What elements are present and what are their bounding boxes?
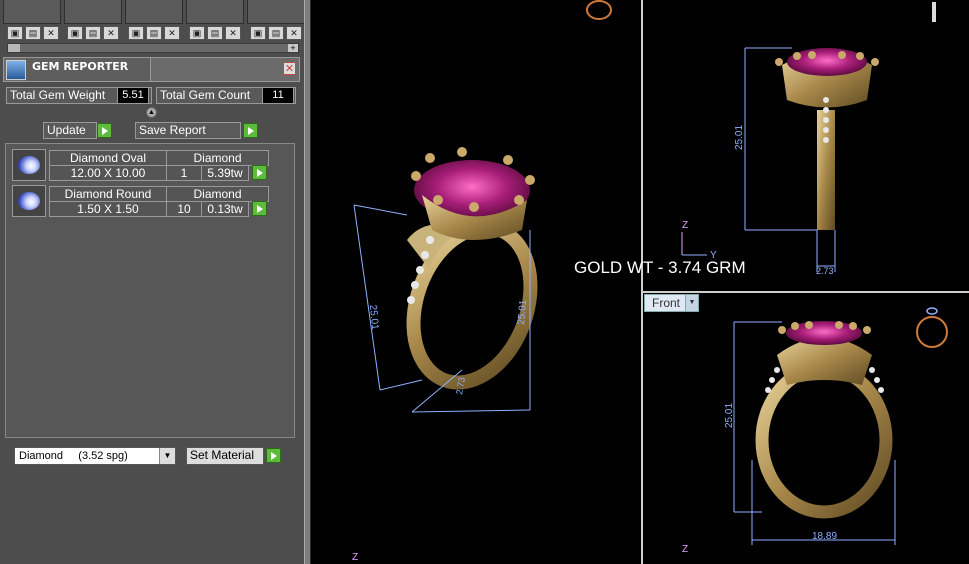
- gem-count: 1: [166, 165, 202, 181]
- save-icon[interactable]: ▤: [25, 26, 41, 40]
- gem-name: Diamond Round: [49, 186, 167, 202]
- gem-size: 1.50 X 1.50: [49, 201, 167, 217]
- lock-icon[interactable]: ▣: [67, 26, 83, 40]
- ring-front-view: [755, 321, 893, 519]
- thumbnail-4[interactable]: [186, 0, 244, 24]
- thumbnail-scrollbar[interactable]: +: [7, 43, 299, 53]
- front-orientation-icon[interactable]: [916, 307, 948, 348]
- play-icon[interactable]: [243, 123, 258, 138]
- close-icon[interactable]: ✕: [103, 26, 119, 40]
- dimension-label: 18.89: [812, 531, 837, 542]
- close-icon[interactable]: ✕: [286, 26, 302, 40]
- viewport-area[interactable]: 25.01 25.01 2.73 Z 25.01 2.73 Z Y 25.01 …: [312, 0, 969, 564]
- gem-weight: 5.39tw: [201, 165, 249, 181]
- thumbnail-5[interactable]: [247, 0, 305, 24]
- round-gem-icon: [12, 185, 46, 217]
- lock-icon[interactable]: ▣: [7, 26, 23, 40]
- panel-title-bar: GEM REPORTER ✕: [3, 57, 300, 82]
- gem-weight: 0.13tw: [201, 201, 249, 217]
- view-selector-label: Front: [652, 296, 681, 310]
- material-selected-value: Diamond (3.52 spg): [19, 450, 128, 462]
- ring-side-view: [775, 48, 879, 230]
- dimension-label: 2.73: [816, 266, 834, 276]
- lock-icon[interactable]: ▣: [189, 26, 205, 40]
- oval-gem-icon: [12, 149, 46, 181]
- axis-z-label: Z: [682, 220, 688, 231]
- viewport-thumbnails: ▣ ▤ ✕ ▣ ▤ ✕ ▣ ▤ ✕ ▣ ▤ ✕ ▣ ▤ ✕: [3, 0, 305, 42]
- chevron-down-icon[interactable]: ▼: [159, 448, 175, 464]
- axis-gizmo: [681, 232, 707, 256]
- material-select[interactable]: Diamond (3.52 spg) ▼: [14, 447, 176, 465]
- play-icon[interactable]: [252, 165, 267, 180]
- dimension-label: 25.01: [724, 403, 735, 428]
- total-count-value: 11: [262, 87, 294, 104]
- close-icon[interactable]: ✕: [164, 26, 180, 40]
- collapse-icon[interactable]: ▲: [146, 107, 157, 118]
- dimension-label: 2.73: [454, 376, 467, 395]
- chevron-down-icon[interactable]: ▼: [685, 295, 698, 311]
- panel-title: GEM REPORTER: [32, 60, 129, 73]
- view-selector[interactable]: Front ▼: [644, 294, 699, 312]
- close-icon[interactable]: ✕: [283, 62, 296, 75]
- gem-name: Diamond Oval: [49, 150, 167, 166]
- save-report-button[interactable]: Save Report: [135, 122, 241, 139]
- update-button[interactable]: Update: [43, 122, 97, 139]
- scrollbar-thumb[interactable]: [8, 44, 20, 52]
- plus-icon[interactable]: +: [288, 44, 298, 53]
- axis-z-label: Z: [682, 544, 688, 555]
- gem-reporter-icon: [6, 60, 26, 80]
- panel-splitter[interactable]: [304, 0, 311, 564]
- play-icon[interactable]: [97, 123, 112, 138]
- save-icon[interactable]: ▤: [146, 26, 162, 40]
- gem-material: Diamond: [166, 150, 269, 166]
- save-icon[interactable]: ▤: [207, 26, 223, 40]
- thumbnail-3[interactable]: [125, 0, 183, 24]
- save-icon[interactable]: ▤: [268, 26, 284, 40]
- gem-reporter-panel: ▣ ▤ ✕ ▣ ▤ ✕ ▣ ▤ ✕ ▣ ▤ ✕ ▣ ▤ ✕ + GEM REPO…: [0, 0, 305, 564]
- save-icon[interactable]: ▤: [85, 26, 101, 40]
- close-icon[interactable]: ✕: [225, 26, 241, 40]
- dimension-label: 25.01: [367, 304, 380, 330]
- dimension-label: 25.01: [734, 125, 745, 150]
- close-icon[interactable]: ✕: [43, 26, 59, 40]
- gem-count: 10: [166, 201, 202, 217]
- play-icon[interactable]: [266, 448, 281, 463]
- perspective-orientation-icon[interactable]: [586, 0, 612, 20]
- gem-size: 12.00 X 10.00: [49, 165, 167, 181]
- set-material-button[interactable]: Set Material: [186, 447, 264, 465]
- total-weight-value: 5.51: [117, 87, 149, 104]
- lock-icon[interactable]: ▣: [128, 26, 144, 40]
- ring-perspective-view: [406, 147, 538, 390]
- thumbnail-2[interactable]: [64, 0, 122, 24]
- gold-weight-label: GOLD WT - 3.74 GRM: [574, 258, 746, 277]
- axis-z-label: Z: [352, 552, 358, 563]
- thumbnail-1[interactable]: [3, 0, 61, 24]
- gem-list: Diamond Oval Diamond 12.00 X 10.00 1 5.3…: [5, 143, 295, 438]
- dimension-label: 25.01: [516, 299, 529, 325]
- lock-icon[interactable]: ▣: [250, 26, 266, 40]
- play-icon[interactable]: [252, 201, 267, 216]
- gem-material: Diamond: [166, 186, 269, 202]
